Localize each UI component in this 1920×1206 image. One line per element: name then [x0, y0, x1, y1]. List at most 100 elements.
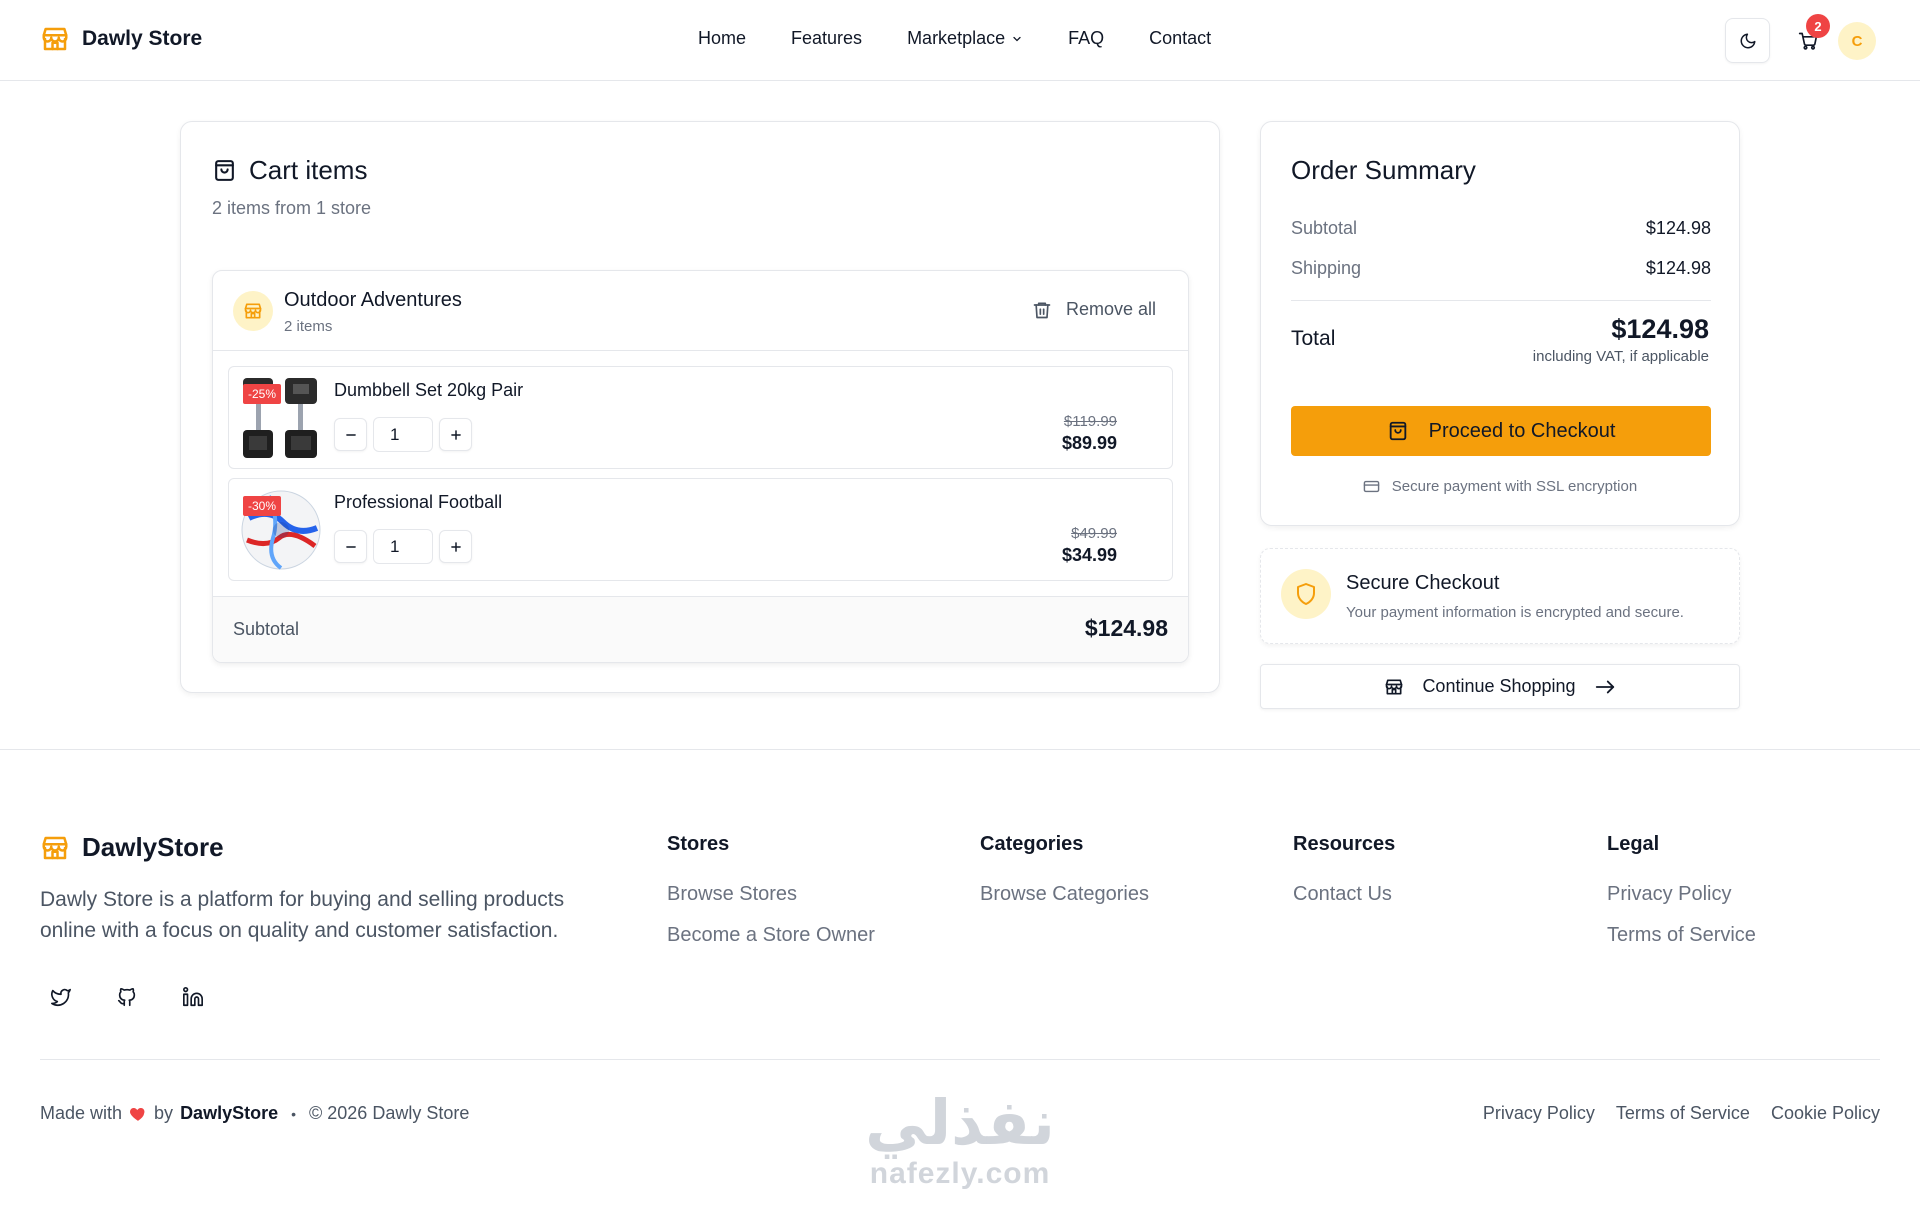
summary-divider [1291, 300, 1711, 301]
plus-icon [449, 428, 463, 442]
footer-link-terms-of-service[interactable]: Terms of Service [1607, 924, 1756, 947]
footer-link-contact-us[interactable]: Contact Us [1293, 883, 1395, 906]
store-header: Outdoor Adventures 2 items Remove all [213, 271, 1188, 351]
made-with-credit: Made with by DawlyStore • © 2026 Dawly S… [40, 1103, 469, 1124]
bottom-link-privacy-policy[interactable]: Privacy Policy [1483, 1103, 1595, 1124]
bullet-separator: • [291, 1105, 297, 1122]
nav-home[interactable]: Home [698, 28, 746, 49]
footer-bottom-divider [40, 1059, 1880, 1060]
bottom-link-terms-of-service[interactable]: Terms of Service [1616, 1103, 1750, 1124]
nav-marketplace[interactable]: Marketplace [907, 28, 1023, 49]
footer-link-browse-stores[interactable]: Browse Stores [667, 883, 875, 906]
store-icon [40, 833, 70, 863]
watermark-arabic: نفذلي [865, 1089, 1055, 1158]
summary-subtotal-value: $124.98 [1645, 218, 1711, 238]
nav-contact[interactable]: Contact [1149, 28, 1211, 49]
bottom-link-cookie-policy[interactable]: Cookie Policy [1771, 1103, 1880, 1124]
original-price: $119.99 [1063, 413, 1117, 430]
footer-link-become-store-owner[interactable]: Become a Store Owner [667, 924, 875, 947]
theme-toggle-button[interactable] [1725, 18, 1770, 63]
store-subtotal-label: Subtotal [233, 619, 300, 639]
footer-column-legal: Legal Privacy Policy Terms of Service [1607, 833, 1756, 965]
summary-shipping-value: $124.98 [1645, 258, 1711, 278]
ssl-note-text: Secure payment with SSL encryption [1391, 478, 1638, 495]
nav-faq[interactable]: FAQ [1068, 28, 1104, 49]
cart-count-badge: 2 [1806, 14, 1830, 38]
cart-title: Cart items [249, 155, 368, 185]
footer-column-title: Categories [980, 833, 1084, 855]
ssl-note: Secure payment with SSL encryption [1261, 478, 1739, 495]
footer-bottom-links: Privacy Policy Terms of Service Cookie P… [1483, 1103, 1880, 1124]
made-with-text: Made with [40, 1103, 123, 1123]
discount-badge: -25% [243, 384, 282, 404]
footer-brand[interactable]: DawlyStore [40, 832, 224, 863]
summary-total-value: $124.98 [1611, 314, 1709, 344]
footer-column-title: Stores [667, 833, 730, 855]
summary-subtotal-label: Subtotal [1291, 218, 1358, 238]
arrow-right-icon [1594, 676, 1616, 698]
store-subtotal-row: Subtotal $124.98 [213, 596, 1188, 662]
decrease-qty-button[interactable] [334, 418, 367, 451]
store-item-count: 2 items [284, 318, 333, 335]
proceed-to-checkout-button[interactable]: Proceed to Checkout [1291, 406, 1711, 456]
nav-features[interactable]: Features [791, 28, 862, 49]
item-name[interactable]: Dumbbell Set 20kg Pair [334, 380, 523, 401]
footer-brand-name: DawlyStore [82, 832, 224, 862]
vat-note: including VAT, if applicable [1532, 348, 1709, 365]
quantity-input[interactable]: 1 [373, 417, 433, 452]
shopping-bag-icon [212, 158, 237, 183]
brand-logo[interactable]: Dawly Store [40, 24, 202, 54]
decrease-qty-button[interactable] [334, 530, 367, 563]
item-name[interactable]: Professional Football [334, 492, 502, 513]
continue-shopping-label: Continue Shopping [1422, 676, 1576, 696]
brand-name: Dawly Store [82, 27, 203, 50]
moon-icon [1739, 32, 1757, 50]
quantity-input[interactable]: 1 [373, 529, 433, 564]
user-avatar[interactable]: C [1838, 22, 1876, 60]
continue-shopping-button[interactable]: Continue Shopping [1260, 664, 1740, 709]
shield-badge [1281, 569, 1331, 619]
quantity-stepper: 1 [334, 529, 472, 564]
secure-checkout-title: Secure Checkout [1346, 572, 1500, 594]
shield-icon [1294, 582, 1318, 606]
order-summary-title: Order Summary [1291, 155, 1476, 185]
minus-icon [344, 540, 358, 554]
footer-column-title: Legal [1607, 833, 1660, 855]
nav-marketplace-label: Marketplace [907, 28, 1006, 48]
summary-shipping-label: Shipping [1291, 258, 1362, 278]
social-links [50, 986, 204, 1008]
secure-checkout-box: Secure Checkout Your payment information… [1260, 548, 1740, 644]
cart-card: Cart items 2 items from 1 store Outdoor … [180, 121, 1220, 693]
remove-all-label: Remove all [1065, 299, 1156, 319]
credit-brand[interactable]: DawlyStore [180, 1103, 278, 1124]
footer-divider [0, 749, 1920, 750]
cart-item: -25% Dumbbell Set 20kg Pair 1 $119.99 $8… [228, 366, 1173, 469]
store-name[interactable]: Outdoor Adventures [284, 289, 462, 312]
store-group: Outdoor Adventures 2 items Remove all -2… [212, 270, 1189, 663]
linkedin-icon[interactable] [182, 986, 204, 1008]
increase-qty-button[interactable] [439, 418, 472, 451]
github-icon[interactable] [116, 986, 138, 1008]
footer-link-browse-categories[interactable]: Browse Categories [980, 883, 1149, 906]
remove-all-button[interactable]: Remove all [1032, 299, 1156, 320]
cart-subtitle: 2 items from 1 store [212, 198, 372, 218]
summary-total-label: Total [1291, 327, 1336, 350]
store-subtotal-value: $124.98 [1084, 615, 1168, 641]
store-icon [1384, 677, 1404, 697]
sale-price: $34.99 [1061, 545, 1117, 565]
footer-column-stores: Stores Browse Stores Become a Store Owne… [667, 833, 875, 965]
twitter-icon[interactable] [50, 986, 72, 1008]
footer-link-privacy-policy[interactable]: Privacy Policy [1607, 883, 1756, 906]
footer-description: Dawly Store is a platform for buying and… [40, 888, 565, 942]
footer-column-categories: Categories Browse Categories [980, 833, 1149, 924]
cart-heading: Cart items [212, 155, 367, 186]
store-logo [233, 291, 273, 331]
order-summary-card: Order Summary Subtotal $124.98 Shipping … [1260, 121, 1740, 526]
secure-checkout-text: Your payment information is encrypted an… [1346, 604, 1684, 621]
store-icon [40, 24, 70, 54]
top-navbar: Dawly Store Home Features Marketplace FA… [0, 0, 1920, 81]
increase-qty-button[interactable] [439, 530, 472, 563]
watermark: نفذلي nafezly.com [855, 1090, 1065, 1190]
minus-icon [344, 428, 358, 442]
discount-badge: -30% [243, 496, 282, 516]
